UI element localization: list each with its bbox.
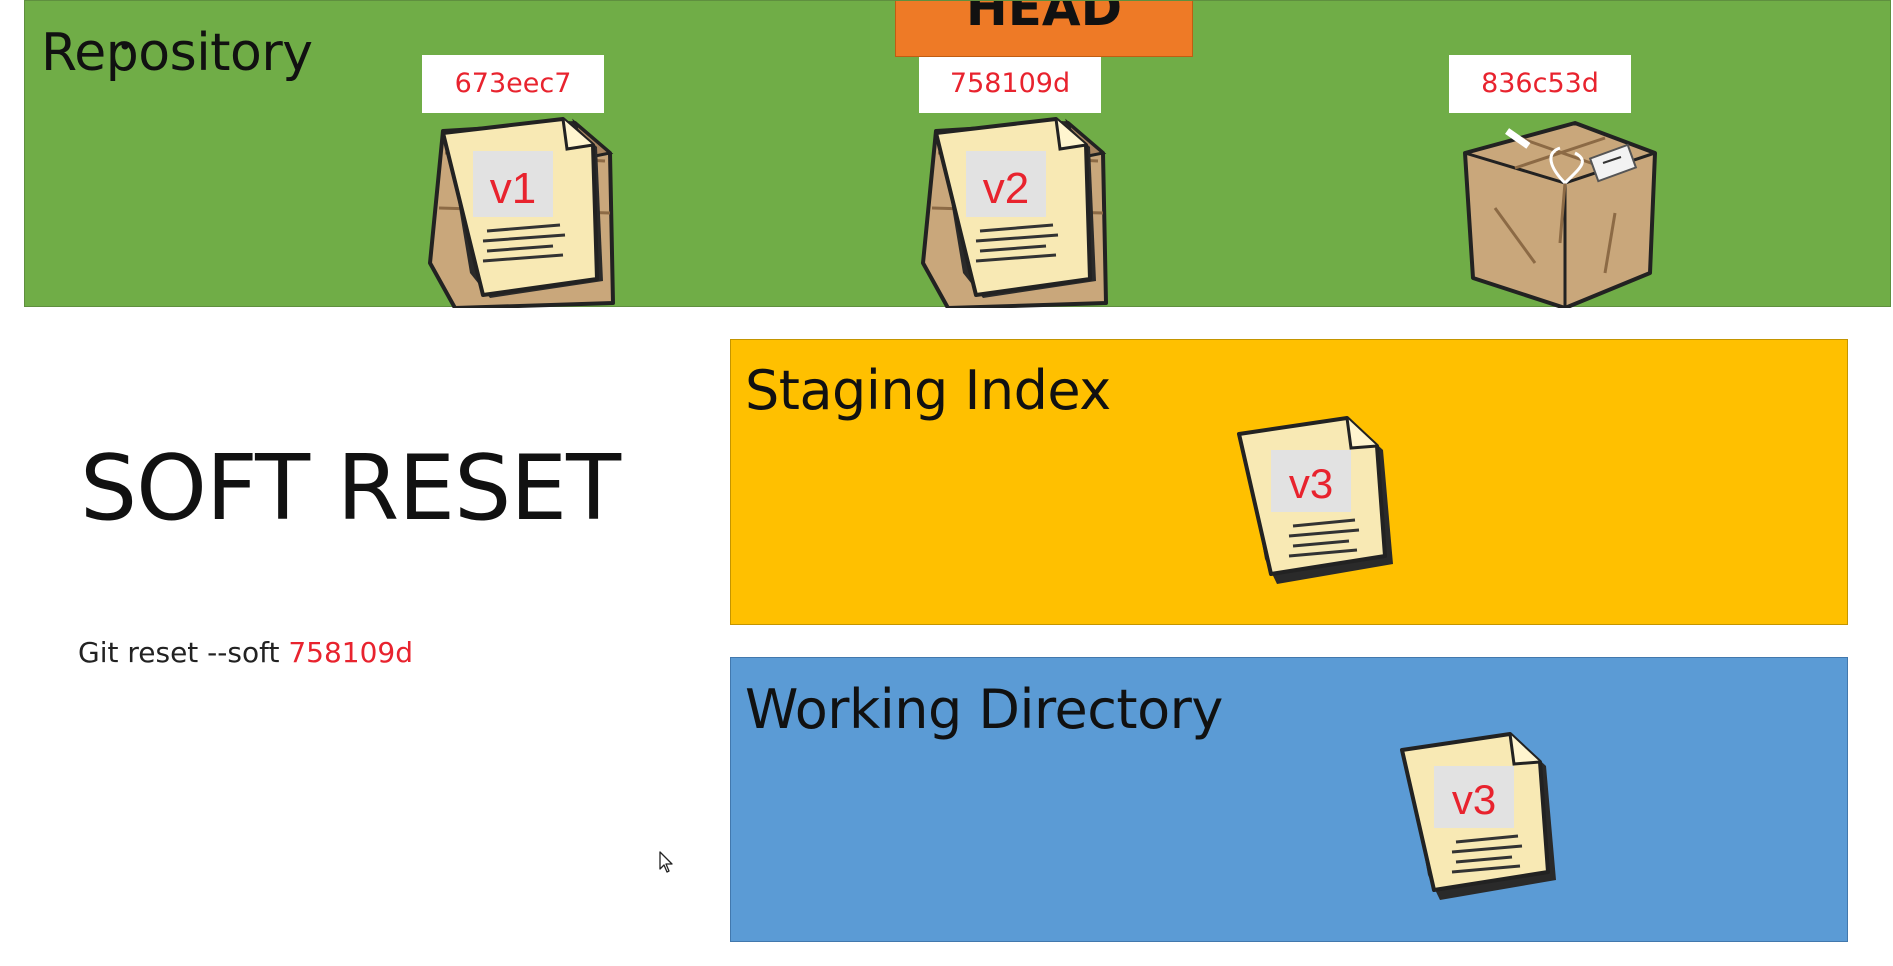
repository-title: Repository	[41, 23, 313, 83]
command-hash: 758109d	[288, 636, 414, 669]
staging-index-title: Staging Index	[745, 359, 1111, 422]
document-version: v3	[1452, 776, 1496, 823]
reset-title: SOFT RESET	[80, 436, 621, 541]
commit-version: v2	[983, 164, 1029, 213]
document-version: v3	[1289, 460, 1333, 507]
commit-hash-label: 758109d	[919, 55, 1101, 113]
document-icon: v3	[1400, 732, 1556, 900]
working-directory-title: Working Directory	[745, 678, 1223, 741]
repository-panel: Repository 673eec7 v1 758109d v2 836c53d	[24, 0, 1891, 308]
package-with-document-icon: v1	[428, 117, 615, 308]
commit-hash-label: 836c53d	[1449, 55, 1631, 113]
head-pointer: HEAD	[895, 1, 1193, 57]
command-text: Git reset --soft	[78, 636, 280, 669]
reset-command: Git reset --soft 758109d	[78, 636, 413, 669]
working-directory-panel: Working Directory v3	[730, 657, 1848, 942]
commit-hash-label: 673eec7	[422, 55, 604, 113]
package-with-document-icon: v2	[921, 117, 1108, 308]
package-icon	[1463, 121, 1657, 308]
cursor-dot-icon	[121, 42, 129, 50]
staging-index-panel: Staging Index v3	[730, 339, 1848, 625]
mouse-pointer-icon	[659, 851, 673, 873]
commit-version: v1	[490, 164, 536, 213]
document-icon: v3	[1237, 416, 1393, 584]
